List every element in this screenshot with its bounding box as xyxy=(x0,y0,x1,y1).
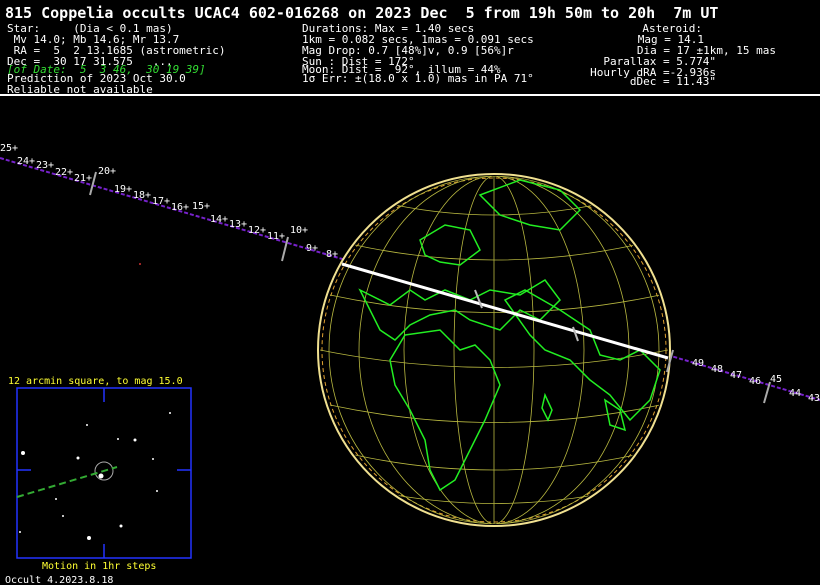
minute-label: 13+ xyxy=(229,219,247,230)
minute-label: 20+ xyxy=(98,166,116,177)
minute-label: 21+ xyxy=(74,173,92,184)
minute-label: 23+ xyxy=(36,160,54,171)
minute-label: 17+ xyxy=(152,196,170,207)
minute-label: 49 xyxy=(692,358,704,369)
minute-label: 44 xyxy=(789,388,801,399)
minute-label: 47 xyxy=(730,370,742,381)
minute-label: 46 xyxy=(749,376,761,387)
motion-path xyxy=(16,466,118,498)
minute-label: 18+ xyxy=(133,190,151,201)
occultation-map: 815 Coppelia occults UCAC4 602-016268 on… xyxy=(0,0,820,585)
minute-label: 14+ xyxy=(210,214,228,225)
finder-frame xyxy=(16,387,192,559)
globe xyxy=(317,173,671,527)
minute-label: 22+ xyxy=(55,167,73,178)
minute-label: 48 xyxy=(711,364,723,375)
minute-label: 12+ xyxy=(248,225,266,236)
red-dot xyxy=(139,263,141,265)
version-label: Occult 4.2023.8.18 xyxy=(5,575,114,585)
minute-label: 8+ xyxy=(326,249,338,260)
minute-label: 24+ xyxy=(17,156,35,167)
minute-label: 15+ xyxy=(192,201,210,212)
minute-label: 43 xyxy=(808,393,820,404)
minute-label: 19+ xyxy=(114,184,132,195)
map-canvas: 25+ 24+ 23+ 22+ 21+ 20+ 19+ 18+ 17+ 16+ … xyxy=(0,94,820,559)
finder-crosshair xyxy=(17,388,191,558)
minute-label: 16+ xyxy=(171,202,189,213)
minute-label: 10+ xyxy=(290,225,308,236)
minute-label: 25+ xyxy=(0,143,18,154)
end-labels: 49 48 47 46 45 44 43 xyxy=(692,358,820,404)
finder-stars xyxy=(19,412,171,540)
finder-footer: Motion in 1hr steps xyxy=(42,561,157,572)
finder-chart xyxy=(16,387,192,559)
minute-label: 45 xyxy=(770,374,782,385)
minute-label: 11+ xyxy=(267,231,285,242)
minute-label: 9+ xyxy=(306,243,318,254)
finder-title: 12 arcmin square, to mag 15.0 xyxy=(8,376,183,387)
